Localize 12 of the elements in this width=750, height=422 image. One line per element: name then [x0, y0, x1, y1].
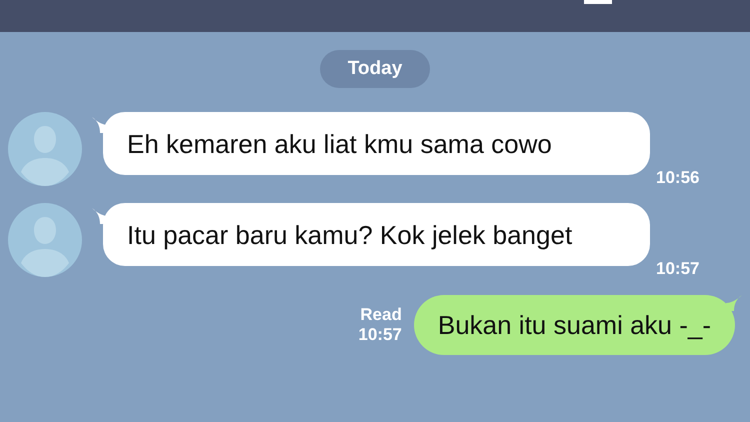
message-time: 10:57 [358, 325, 402, 345]
date-chip: Today [320, 50, 430, 88]
read-receipt: Read [360, 305, 402, 325]
square-icon[interactable] [584, 0, 612, 4]
message-time: 10:57 [656, 259, 700, 279]
message-time: 10:56 [656, 168, 700, 188]
bubble-tail [726, 295, 742, 311]
avatar-icon[interactable] [8, 203, 82, 277]
message-bubble[interactable]: Eh kemaren aku liat kmu sama cowo [103, 112, 650, 175]
message-bubble[interactable]: Bukan itu suami aku -_- [414, 295, 735, 355]
message-bubble[interactable]: Itu pacar baru kamu? Kok jelek banget [103, 203, 650, 266]
avatar-icon[interactable] [8, 112, 82, 186]
